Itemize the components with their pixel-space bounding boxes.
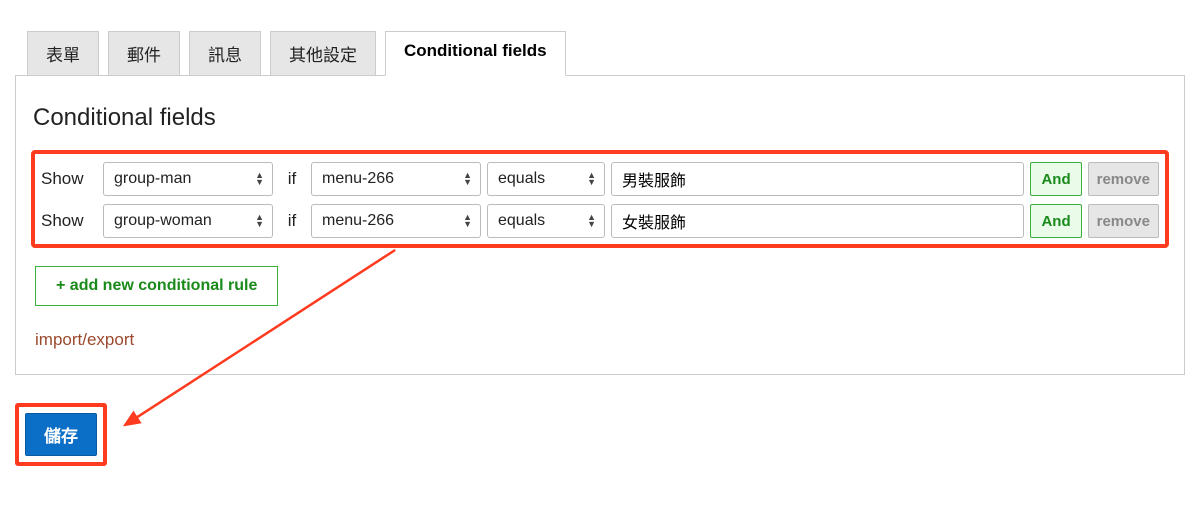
save-highlight-box: 儲存 bbox=[15, 403, 107, 466]
group-select-value: group-woman bbox=[114, 212, 212, 230]
conditional-rule-row: Show group-man ▲▼ if menu-266 ▲▼ equals … bbox=[41, 162, 1159, 196]
operator-select-value: equals bbox=[498, 212, 545, 230]
conditional-rule-row: Show group-woman ▲▼ if menu-266 ▲▼ equal… bbox=[41, 204, 1159, 238]
chevron-up-down-icon: ▲▼ bbox=[587, 214, 596, 228]
tab-conditional-fields[interactable]: Conditional fields bbox=[385, 31, 566, 76]
chevron-up-down-icon: ▲▼ bbox=[255, 214, 264, 228]
operator-select[interactable]: equals ▲▼ bbox=[487, 162, 605, 196]
and-button[interactable]: And bbox=[1030, 162, 1081, 196]
value-input[interactable] bbox=[611, 162, 1024, 196]
value-input[interactable] bbox=[611, 204, 1024, 238]
chevron-up-down-icon: ▲▼ bbox=[463, 214, 472, 228]
show-label: Show bbox=[41, 211, 97, 231]
field-select-value: menu-266 bbox=[322, 170, 394, 188]
remove-button[interactable]: remove bbox=[1088, 162, 1159, 196]
rules-highlight-box: Show group-man ▲▼ if menu-266 ▲▼ equals … bbox=[31, 150, 1169, 248]
import-export-link[interactable]: import/export bbox=[35, 330, 134, 350]
field-select[interactable]: menu-266 ▲▼ bbox=[311, 162, 481, 196]
tab-message[interactable]: 訊息 bbox=[189, 31, 261, 76]
field-select[interactable]: menu-266 ▲▼ bbox=[311, 204, 481, 238]
chevron-up-down-icon: ▲▼ bbox=[463, 172, 472, 186]
operator-select[interactable]: equals ▲▼ bbox=[487, 204, 605, 238]
tab-mail[interactable]: 郵件 bbox=[108, 31, 180, 76]
if-label: if bbox=[279, 169, 305, 189]
conditional-fields-panel: Conditional fields Show group-man ▲▼ if … bbox=[15, 75, 1185, 375]
page-title: Conditional fields bbox=[33, 104, 1169, 132]
tab-form[interactable]: 表單 bbox=[27, 31, 99, 76]
save-button[interactable]: 儲存 bbox=[25, 413, 97, 456]
and-button[interactable]: And bbox=[1030, 204, 1081, 238]
field-select-value: menu-266 bbox=[322, 212, 394, 230]
tab-other-settings[interactable]: 其他設定 bbox=[270, 31, 376, 76]
remove-button[interactable]: remove bbox=[1088, 204, 1159, 238]
tabs-bar: 表單 郵件 訊息 其他設定 Conditional fields bbox=[27, 30, 1185, 75]
if-label: if bbox=[279, 211, 305, 231]
add-rule-button[interactable]: + add new conditional rule bbox=[35, 266, 278, 306]
chevron-up-down-icon: ▲▼ bbox=[255, 172, 264, 186]
show-label: Show bbox=[41, 169, 97, 189]
chevron-up-down-icon: ▲▼ bbox=[587, 172, 596, 186]
group-select[interactable]: group-man ▲▼ bbox=[103, 162, 273, 196]
operator-select-value: equals bbox=[498, 170, 545, 188]
group-select-value: group-man bbox=[114, 170, 191, 188]
group-select[interactable]: group-woman ▲▼ bbox=[103, 204, 273, 238]
